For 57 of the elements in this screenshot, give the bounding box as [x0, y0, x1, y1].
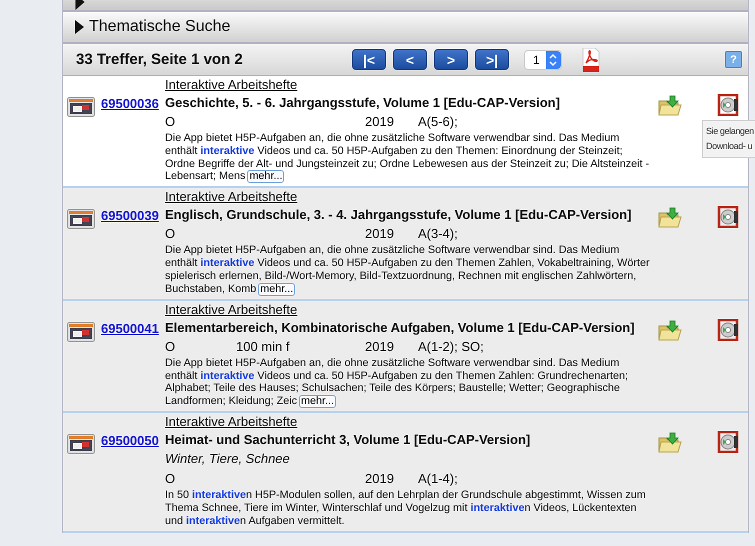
media-number-link[interactable]: 69500041 [101, 320, 161, 336]
category-link[interactable]: Interaktive Arbeitshefte [165, 77, 298, 93]
section-header[interactable]: Thematische Suche [63, 12, 748, 44]
disc-player-icon[interactable] [717, 206, 739, 228]
media-title: Heimat- und Sachunterricht 3, Volume 1 [Edu-CAP-Version] [165, 431, 532, 450]
page-nav-button[interactable]: > [434, 49, 468, 70]
disc-player-icon[interactable] [717, 318, 739, 341]
media-subtitle: Winter, Tiere, Schnee [165, 450, 291, 468]
folder-download-icon[interactable] [658, 432, 682, 454]
year: 2019 [365, 225, 395, 244]
tooltip-line: Download- u [706, 140, 752, 153]
page-select[interactable]: 1 [524, 50, 562, 70]
media-title: Elementarbereich, Kombinatorische Aufgaben, Volume 1 [Edu-CAP-Version] [165, 318, 636, 337]
pdf-icon[interactable] [582, 48, 600, 72]
folder-download-icon[interactable] [658, 207, 682, 230]
media-number-link[interactable]: 69500050 [101, 433, 161, 448]
tooltip-line: Sie gelangen [706, 125, 754, 138]
audience-code: A(1-4); [418, 470, 458, 488]
description-text: Die App bietet H5P-Aufgaben an, die ohne zusätzliche Software verwendbar sind. Das Medium enthält interaktive Videos und ca. 50 H5P-Aufgaben zu den Themen Zahlen, Vokabeltraining, Wörter spielerisch erlernen, Bild-/Wort-Memory, Bild-Textzuordnung, Rechnen mit englischen Zahlwörtern, Buchstaben, Komb mehr... [165, 244, 651, 296]
more-button[interactable]: mehr... [299, 395, 336, 408]
media-title: Englisch, Grundschule, 3. - 4. Jahrgangsstufe, Volume 1 [Edu-CAP-Version] [165, 206, 632, 224]
media-number-link[interactable]: 69500036 [101, 96, 161, 111]
description-text: Die App bietet H5P-Aufgaben an, die ohne zusätzliche Software verwendbar sind. Das Medium enthält interaktive Videos und ca. 50 H5P-Aufgaben zu den Themen: Einordnung der Steinzeit; Ordne Begriffe der Alt- und Jungsteinzeit zu; Ordne Lebewesen aus der Steinzeit zu; Die Altsteinzeit - Lebensart; Mens mehr... [165, 132, 650, 184]
audience-code: A(5-6); [418, 113, 458, 131]
more-button[interactable]: mehr... [258, 282, 296, 296]
folder-download-icon[interactable] [658, 320, 682, 342]
page-nav-button[interactable]: |< [352, 49, 386, 70]
format-code: O [165, 113, 176, 131]
results-summary: 33 Treffer, Seite 1 von 2 [76, 51, 244, 68]
section-title: Thematische Suche [89, 18, 230, 36]
year: 2019 [365, 113, 395, 131]
format-code: O [165, 470, 176, 488]
year: 2019 [365, 338, 395, 356]
page-nav-button[interactable]: >| [475, 49, 509, 70]
format-code: O [165, 338, 176, 356]
folder-download-icon[interactable] [658, 95, 682, 117]
disc-player-icon[interactable] [717, 431, 739, 454]
audience-code: A(1-2); SO; [418, 338, 484, 356]
category-link[interactable]: Interaktive Arbeitshefte [165, 302, 298, 318]
media-thumbnail-icon [67, 97, 95, 117]
duration: 100 min f [236, 338, 290, 354]
category-link[interactable]: Interaktive Arbeitshefte [165, 189, 298, 206]
format-code: O [165, 225, 176, 244]
year: 2019 [365, 470, 395, 488]
audience-code: A(3-4); [418, 225, 458, 244]
media-thumbnail-icon [67, 209, 95, 230]
disc-player-icon[interactable] [717, 94, 739, 116]
media-number-link[interactable]: 69500039 [101, 208, 161, 224]
media-title: Geschichte, 5. - 6. Jahrgangsstufe, Volume 1 [Edu-CAP-Version] [165, 94, 561, 112]
media-thumbnail-icon [67, 322, 95, 342]
more-button[interactable]: mehr... [247, 170, 284, 184]
description-text: Die App bietet H5P-Aufgaben an, die ohne zusätzliche Software verwendbar sind. Das Medium enthält interaktive Videos und ca. 50 H5P-Aufgaben zu den Themen Zahlen: Grundrechenarten; Alphabet; Teile des Hauses; Schulsachen; Teile des Körpers; Baustelle; Wetter; Geographische Landformen; Kleidung; Zeic mehr... [165, 356, 629, 408]
stepper-arrows-icon[interactable] [546, 50, 561, 68]
page-nav-button[interactable]: < [393, 49, 427, 70]
description-text: In 50 interaktiven H5P-Modulen sollen, auf den Lehrplan der Grundschule abgestimmt, Wissen zum Thema Schnee, Tiere im Winter, Winterschlaf und Vogelzug mit interaktiven Videos, Lückentexten und interaktiven Aufgaben vermittelt. [165, 489, 647, 528]
category-link[interactable]: Interaktive Arbeitshefte [165, 414, 298, 430]
media-thumbnail-icon [67, 434, 95, 454]
